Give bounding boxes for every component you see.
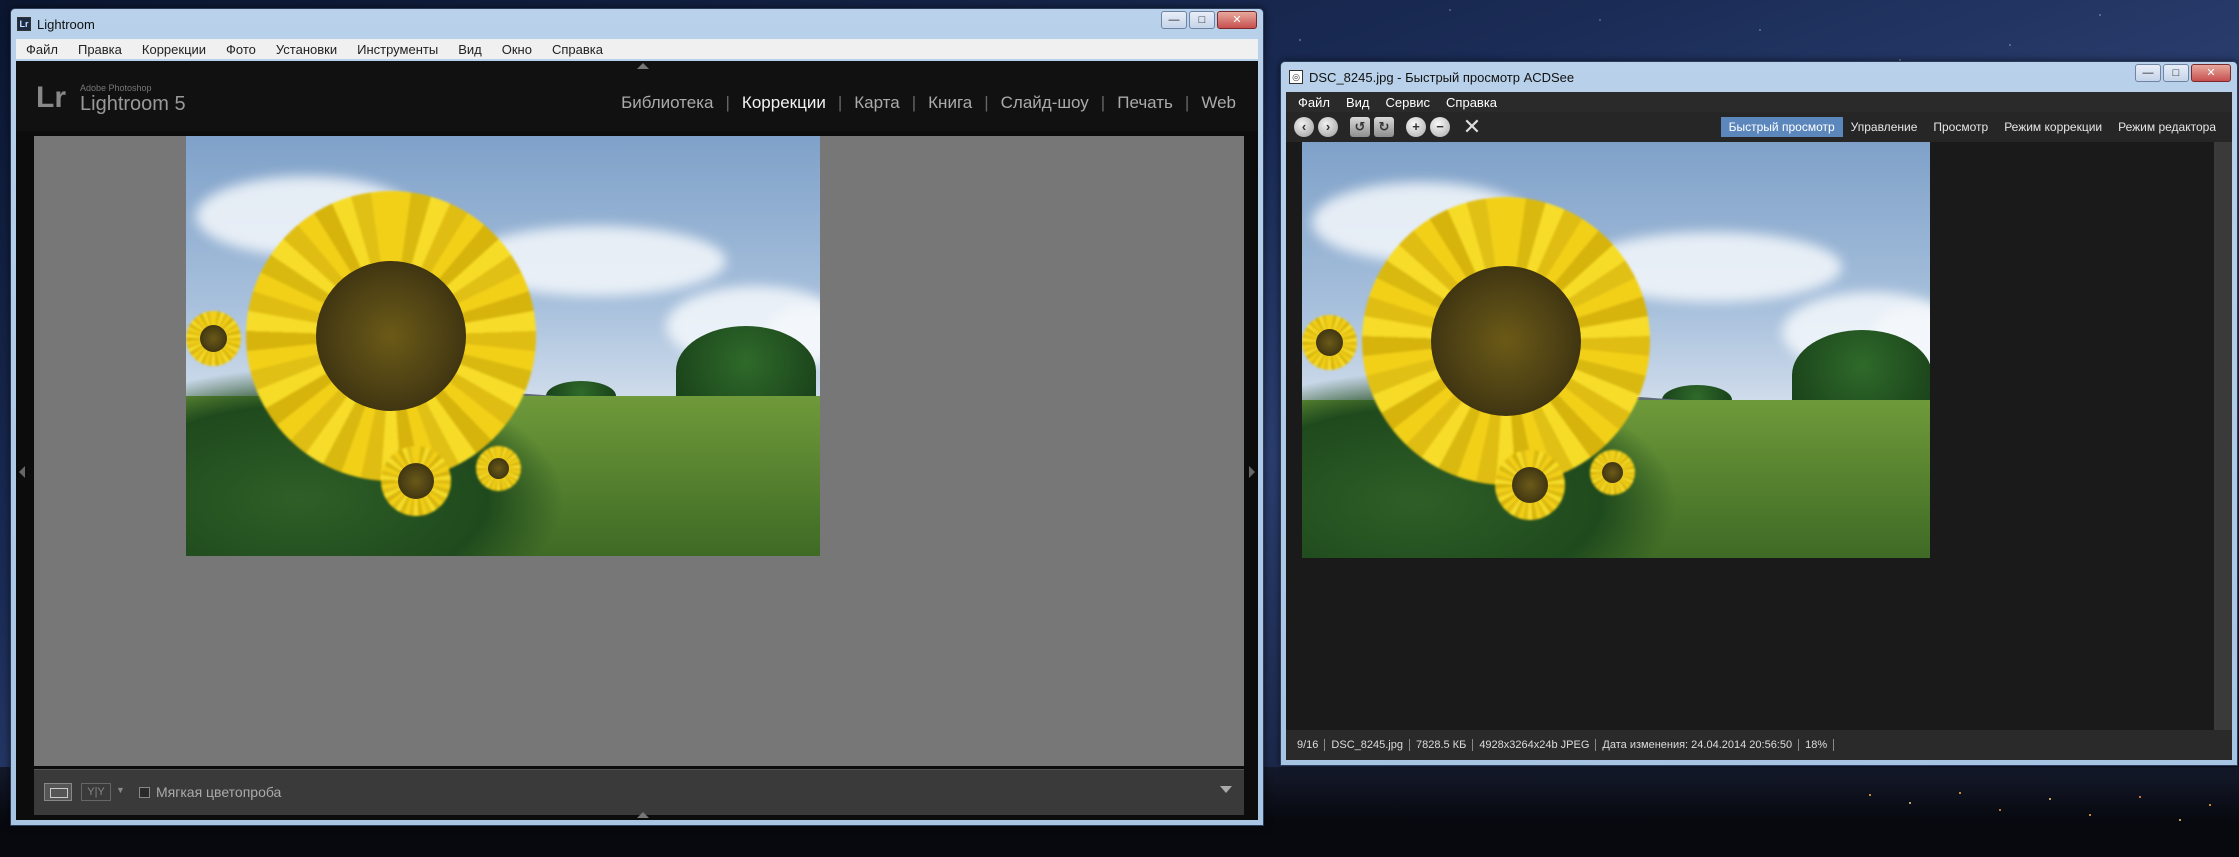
status-filesize: 7828.5 КБ bbox=[1410, 739, 1474, 751]
status-dimensions: 4928x3264x24b JPEG bbox=[1473, 739, 1597, 751]
menu-settings[interactable]: Установки bbox=[266, 42, 347, 57]
zoom-in-icon[interactable]: + bbox=[1406, 117, 1426, 137]
collapse-filmstrip-icon[interactable] bbox=[637, 812, 649, 818]
tab-view[interactable]: Просмотр bbox=[1925, 117, 1996, 137]
module-picker: Библиотека | Коррекции | Карта | Книга |… bbox=[609, 93, 1248, 113]
minimize-button[interactable]: — bbox=[1161, 11, 1187, 29]
tab-manage[interactable]: Управление bbox=[1843, 117, 1926, 137]
acdsee-toolbar: ‹ › ↺ ↻ + − ✕ Быстрый просмотр Управлени… bbox=[1286, 112, 2232, 142]
menu-tools[interactable]: Сервис bbox=[1378, 95, 1439, 110]
vertical-scrollbar[interactable] bbox=[2214, 142, 2232, 736]
module-slideshow[interactable]: Слайд-шоу bbox=[989, 93, 1101, 113]
maximize-button[interactable]: □ bbox=[1189, 11, 1215, 29]
acdsee-app-icon: ◎ bbox=[1289, 70, 1303, 84]
menu-edit[interactable]: Правка bbox=[68, 42, 132, 57]
module-web[interactable]: Web bbox=[1189, 93, 1248, 113]
rotate-left-icon[interactable]: ↺ bbox=[1350, 117, 1370, 137]
lightroom-window-title: Lightroom bbox=[37, 17, 95, 32]
close-button[interactable]: ✕ bbox=[1217, 11, 1257, 29]
lightroom-body: Lr Adobe Photoshop Lightroom 5 Библиотек… bbox=[16, 61, 1258, 820]
acdsee-window: ◎ DSC_8245.jpg - Быстрый просмотр ACDSee… bbox=[1280, 61, 2238, 766]
tab-editor[interactable]: Режим редактора bbox=[2110, 117, 2224, 137]
status-zoom: 18% bbox=[1799, 739, 1835, 751]
module-book[interactable]: Книга bbox=[916, 93, 984, 113]
collapse-top-panel-icon[interactable] bbox=[637, 63, 649, 69]
status-modified: Дата изменения: 24.04.2014 20:56:50 bbox=[1596, 739, 1800, 751]
close-button[interactable]: ✕ bbox=[2191, 64, 2231, 82]
module-library[interactable]: Библиотека bbox=[609, 93, 725, 113]
lightroom-identity-plate: Lr Adobe Photoshop Lightroom 5 Библиотек… bbox=[16, 61, 1258, 131]
menu-develop[interactable]: Коррекции bbox=[132, 42, 216, 57]
menu-file[interactable]: Файл bbox=[16, 42, 68, 57]
menu-window[interactable]: Окно bbox=[492, 42, 542, 57]
city-lights bbox=[1850, 775, 2230, 835]
tab-develop[interactable]: Режим коррекции bbox=[1996, 117, 2110, 137]
acdsee-statusbar: 9/16 DSC_8245.jpg 7828.5 КБ 4928x3264x24… bbox=[1286, 730, 2232, 760]
brand-name: Lightroom 5 bbox=[80, 93, 186, 115]
acdsee-image-area[interactable] bbox=[1286, 142, 2232, 736]
loupe-view-button[interactable] bbox=[44, 783, 72, 801]
lightroom-titlebar[interactable]: Lr Lightroom — □ ✕ bbox=[11, 9, 1263, 39]
back-arrow-icon[interactable]: ‹ bbox=[1294, 117, 1314, 137]
brand-small: Adobe Photoshop bbox=[80, 83, 152, 93]
module-develop[interactable]: Коррекции bbox=[730, 93, 838, 113]
close-image-icon[interactable]: ✕ bbox=[1462, 116, 1482, 138]
module-map[interactable]: Карта bbox=[842, 93, 912, 113]
acdsee-body: ‹ › ↺ ↻ + − ✕ Быстрый просмотр Управлени… bbox=[1286, 92, 2232, 760]
soft-proof-label: Мягкая цветопроба bbox=[156, 784, 282, 800]
forward-arrow-icon[interactable]: › bbox=[1318, 117, 1338, 137]
status-position: 9/16 bbox=[1291, 739, 1326, 751]
acdsee-menubar: Файл Вид Сервис Справка bbox=[1290, 92, 1505, 112]
zoom-out-icon[interactable]: − bbox=[1430, 117, 1450, 137]
lightroom-window: Lr Lightroom — □ ✕ Файл Правка Коррекции… bbox=[10, 8, 1264, 826]
acdsee-window-title: DSC_8245.jpg - Быстрый просмотр ACDSee bbox=[1309, 70, 1575, 85]
status-filename: DSC_8245.jpg bbox=[1325, 739, 1410, 751]
menu-tools[interactable]: Инструменты bbox=[347, 42, 448, 57]
acdsee-mode-tabs: Быстрый просмотр Управление Просмотр Реж… bbox=[1720, 117, 2224, 137]
menu-photo[interactable]: Фото bbox=[216, 42, 266, 57]
lightroom-toolbar: Y|Y ▼ Мягкая цветопроба bbox=[34, 769, 1244, 815]
soft-proof-checkbox[interactable] bbox=[139, 787, 150, 798]
rotate-right-icon[interactable]: ↻ bbox=[1374, 117, 1394, 137]
minimize-button[interactable]: — bbox=[2135, 64, 2161, 82]
collapse-left-panel-icon[interactable] bbox=[19, 466, 25, 478]
sunflower-photo bbox=[186, 136, 820, 556]
lightroom-app-icon: Lr bbox=[17, 17, 31, 31]
sunflower-photo bbox=[1302, 142, 1930, 558]
collapse-right-panel-icon[interactable] bbox=[1249, 466, 1255, 478]
lightroom-menubar: Файл Правка Коррекции Фото Установки Инс… bbox=[16, 39, 1258, 59]
lightroom-logo: Lr bbox=[36, 81, 66, 114]
menu-view[interactable]: Вид bbox=[1338, 95, 1378, 110]
before-after-button[interactable]: Y|Y bbox=[81, 783, 111, 801]
menu-help[interactable]: Справка bbox=[1438, 95, 1505, 110]
tab-quick-view[interactable]: Быстрый просмотр bbox=[1720, 117, 1843, 137]
lightroom-image-canvas[interactable] bbox=[34, 136, 1244, 766]
maximize-button[interactable]: □ bbox=[2163, 64, 2189, 82]
menu-file[interactable]: Файл bbox=[1290, 95, 1338, 110]
module-print[interactable]: Печать bbox=[1105, 93, 1185, 113]
menu-view[interactable]: Вид bbox=[448, 42, 492, 57]
acdsee-titlebar[interactable]: ◎ DSC_8245.jpg - Быстрый просмотр ACDSee… bbox=[1281, 62, 2237, 92]
menu-help[interactable]: Справка bbox=[542, 42, 613, 57]
toolbar-options-dropdown-icon[interactable] bbox=[1220, 786, 1232, 793]
before-after-dropdown-icon[interactable]: ▼ bbox=[116, 785, 125, 795]
